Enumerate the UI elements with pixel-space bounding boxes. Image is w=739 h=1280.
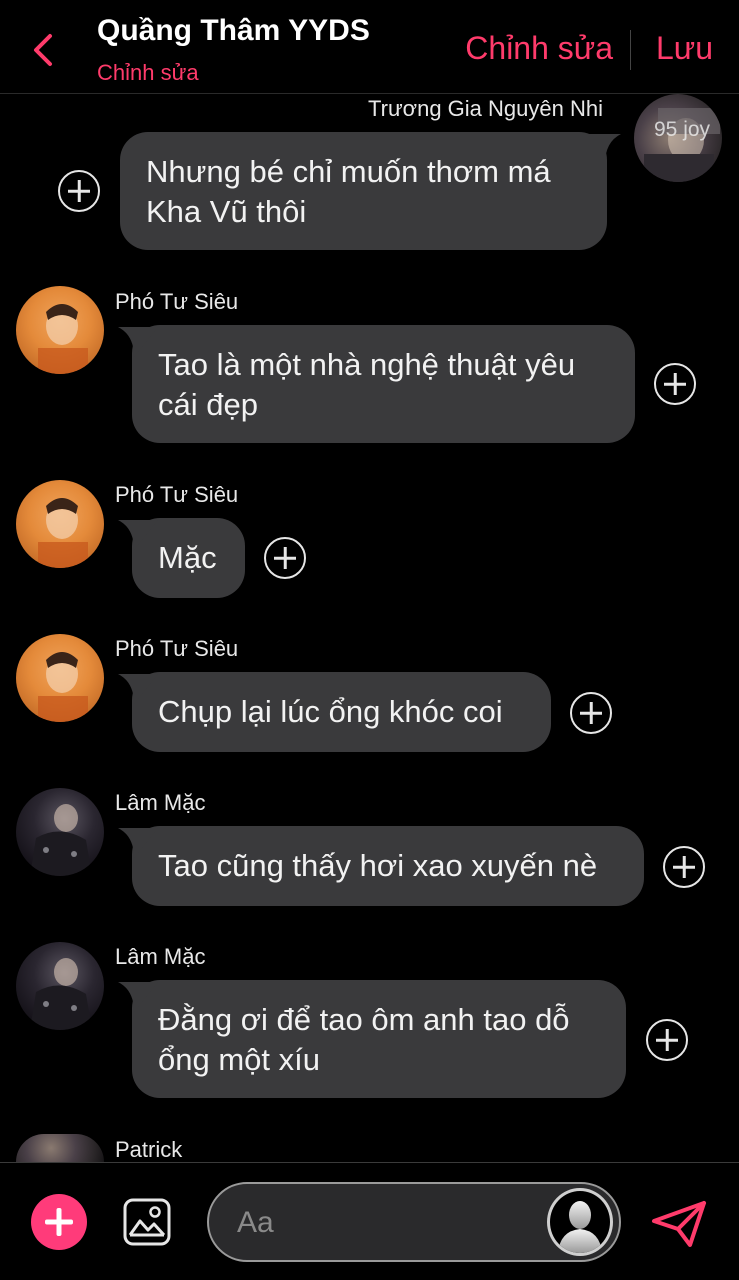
message-line: cái đẹp [158,387,258,422]
persona-button[interactable] [547,1188,613,1256]
avatar[interactable] [16,634,104,722]
message-bubble[interactable]: Chụp lại lúc ổng khóc coi [118,672,551,752]
message-bubble[interactable]: Đằng ơi để tao ôm anh tao dỗ ổng một xíu [118,980,626,1098]
chat-header: Quầng Thâm YYDS Chỉnh sửa Chỉnh sửa Lưu [0,0,739,94]
avatar[interactable] [16,286,104,374]
add-button[interactable] [31,1194,87,1250]
avatar[interactable] [16,788,104,876]
chat-subtitle[interactable]: Chỉnh sửa [97,60,199,86]
avatar-photo-icon [30,804,92,876]
message-bubble[interactable]: Nhưng bé chỉ muốn thơm má Kha Vũ thôi [120,132,621,250]
avatar-photo-icon [38,304,88,374]
plus-circle-icon[interactable] [264,537,306,579]
avatar-photo-icon [30,958,92,1030]
persona-icon [558,1201,602,1253]
plus-circle-icon[interactable] [58,170,100,212]
message-bubble[interactable]: Mặc [118,518,245,598]
message-bubble[interactable]: Tao cũng thấy hơi xao xuyến nè [118,826,644,906]
edit-button[interactable]: Chỉnh sửa [465,30,613,67]
message-line: Đằng ơi để tao ôm anh tao dỗ [158,1002,570,1037]
avatar[interactable] [16,942,104,1030]
message-line: Kha Vũ thôi [146,194,307,229]
plus-circle-icon[interactable] [654,363,696,405]
back-chevron-icon[interactable] [28,30,58,70]
message-line: Mặc [158,540,217,575]
plus-circle-icon[interactable] [570,692,612,734]
bubble-tail [118,520,158,550]
sender-name: Phó Tư Siêu [115,482,239,507]
sender-name: Phó Tư Siêu [115,636,239,661]
avatar-photo-icon [38,652,88,722]
plus-circle-icon[interactable] [663,846,705,888]
sender-name: Trương Gia Nguyên Nhi [368,96,603,121]
header-divider [630,30,631,70]
bubble-tail [581,134,621,164]
message-line: Nhưng bé chỉ muốn thơm má [146,154,551,189]
avatar[interactable]: 95 joy [634,94,722,182]
message-line: ổng một xíu [158,1042,320,1077]
bubble-tail [118,674,158,704]
message-input-box[interactable] [207,1182,621,1262]
avatar-photo-icon [38,498,88,568]
bubble-tail [118,982,158,1012]
avatar[interactable] [16,480,104,568]
avatar-watermark: 95 joy [654,118,711,141]
message-bubble[interactable]: Tao là một nhà nghệ thuật yêu cái đẹp [118,325,635,443]
sender-name: Lâm Mặc [115,790,206,815]
message-input[interactable] [237,1202,537,1244]
avatar[interactable] [16,1134,104,1162]
message-line: Chụp lại lúc ổng khóc coi [158,694,503,729]
bubble-tail [118,327,158,357]
composer-bar [0,1162,739,1280]
send-icon[interactable] [650,1199,708,1249]
image-icon[interactable] [122,1197,172,1247]
message-line: Tao là một nhà nghệ thuật yêu [158,347,576,382]
sender-name: Lâm Mặc [115,944,206,969]
chat-title: Quầng Thâm YYDS [97,14,370,47]
sender-name: Phó Tư Siêu [115,289,239,314]
bubble-tail [118,828,158,858]
save-button[interactable]: Lưu [656,30,713,67]
message-line: Tao cũng thấy hơi xao xuyến nè [158,848,598,883]
sender-name: Patrick [115,1137,183,1162]
plus-circle-icon[interactable] [646,1019,688,1061]
